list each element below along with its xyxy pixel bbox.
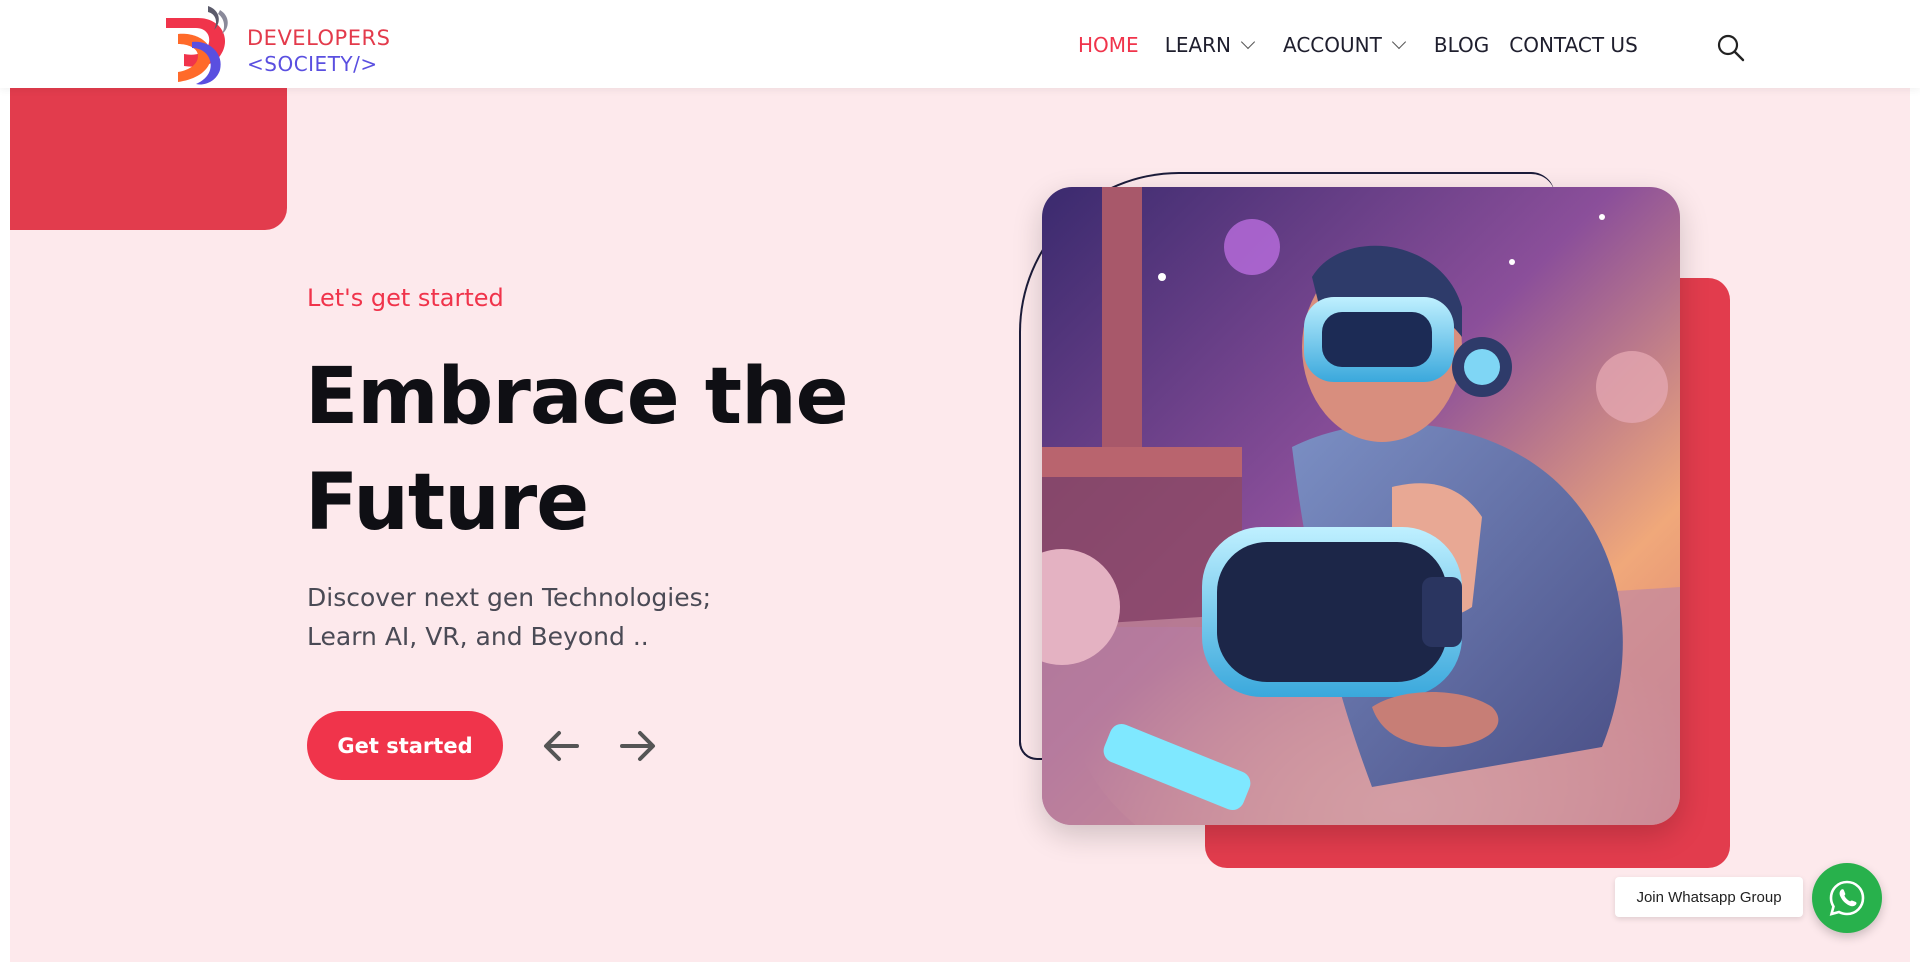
chevron-down-icon	[1240, 34, 1256, 50]
brand-logo[interactable]: DEVELOPERS <SOCIETY/>	[164, 4, 404, 86]
nav-item-blog[interactable]: BLOG	[1434, 33, 1489, 57]
hero-headline: Embrace the Future	[305, 344, 925, 556]
whatsapp-icon	[1829, 880, 1865, 916]
nav-item-label: HOME	[1078, 33, 1139, 57]
nav-item-learn[interactable]: LEARN	[1164, 33, 1256, 57]
brand-name-line1: DEVELOPERS	[247, 26, 391, 50]
hero-kicker: Let's get started	[307, 284, 504, 312]
nav-item-home[interactable]: HOME	[1078, 33, 1139, 57]
hero-section: Let's get started Embrace the Future Dis…	[10, 88, 1910, 962]
nav-item-label: ACCOUNT	[1283, 33, 1382, 57]
nav-item-account[interactable]: ACCOUNT	[1283, 33, 1406, 57]
arrow-left-icon[interactable]	[537, 721, 587, 771]
subtext-line1: Discover next gen Technologies;	[307, 583, 712, 612]
decorative-corner-block	[10, 88, 287, 230]
main-nav: HOME LEARN ACCOUNT BLOG CONTACT US	[1078, 33, 1638, 57]
whatsapp-button[interactable]	[1812, 863, 1882, 933]
search-icon[interactable]	[1716, 33, 1746, 63]
headline-line1: Embrace the	[305, 352, 849, 442]
logo-mark-icon	[166, 6, 228, 85]
nav-item-label: CONTACT US	[1509, 33, 1638, 57]
site-header: DEVELOPERS <SOCIETY/> HOME LEARN ACCOUNT…	[0, 0, 1920, 88]
nav-item-label: BLOG	[1433, 33, 1490, 57]
hero-subtext: Discover next gen Technologies; Learn AI…	[307, 578, 867, 656]
vr-illustration	[1042, 187, 1680, 825]
whatsapp-join-label[interactable]: Join Whatsapp Group	[1615, 877, 1803, 917]
hero-image	[1042, 187, 1680, 825]
nav-item-label: LEARN	[1164, 33, 1232, 57]
nav-item-contact[interactable]: CONTACT US	[1509, 33, 1638, 57]
headline-line2: Future	[305, 458, 589, 548]
page-root: DEVELOPERS <SOCIETY/> HOME LEARN ACCOUNT…	[0, 0, 1920, 970]
get-started-button[interactable]: Get started	[307, 711, 503, 780]
arrow-right-icon[interactable]	[612, 721, 662, 771]
brand-name-line2: <SOCIETY/>	[247, 52, 378, 76]
subtext-line2: Learn AI, VR, and Beyond ..	[307, 622, 649, 651]
chevron-down-icon	[1391, 34, 1406, 50]
